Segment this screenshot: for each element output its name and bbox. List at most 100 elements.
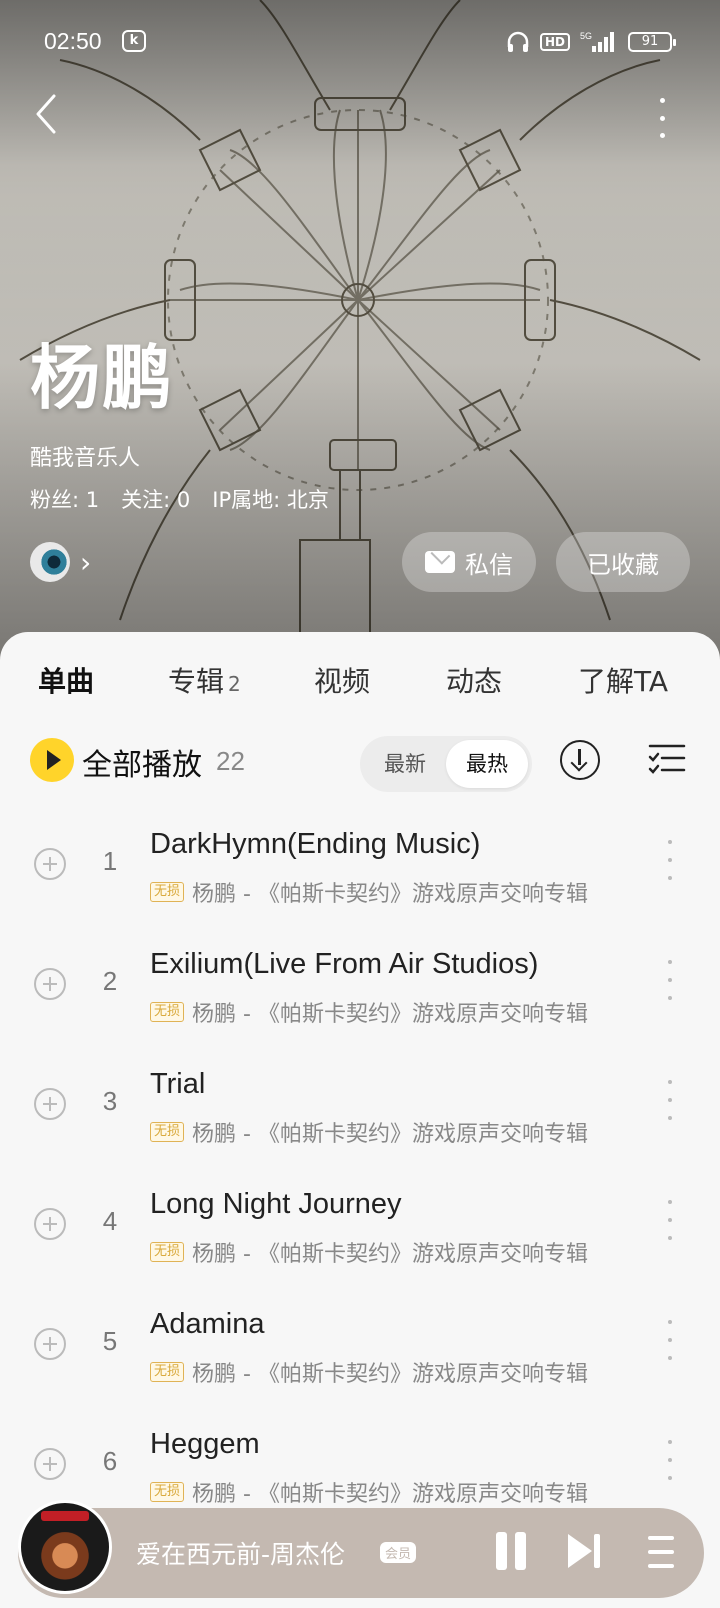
more-vertical-icon[interactable] (664, 1440, 676, 1480)
following-count[interactable]: 关注: 0 (121, 484, 190, 514)
artist-name: 杨鹏 (30, 337, 174, 419)
more-dot (659, 115, 665, 121)
chevron-right-icon: › (80, 545, 92, 579)
tab-albums-label: 专辑 (168, 665, 225, 698)
more-vertical-icon[interactable] (664, 1200, 676, 1240)
more-vertical-icon[interactable] (664, 960, 676, 1000)
back-button[interactable] (28, 92, 68, 136)
lossless-badge: 无损 (150, 882, 185, 902)
tab-feed[interactable]: 动态 (446, 660, 502, 700)
song-artist-album: 杨鹏 - 《帕斯卡契约》游戏原声交响专辑 (192, 1242, 588, 1267)
ip-location: IP属地: 北京 (212, 488, 329, 512)
lossless-badge: 无损 (150, 1362, 185, 1382)
svg-text:5G: 5G (580, 31, 592, 41)
lossless-badge: 无损 (150, 1242, 185, 1262)
mail-icon (425, 551, 455, 573)
pause-icon[interactable] (494, 1532, 528, 1572)
more-options-button[interactable] (656, 98, 668, 138)
status-bar: 02:50 k HD 5G 91 (0, 24, 720, 60)
content-sheet: 单曲 专辑 2 视频 动态 了解TA 全部播放 22 最新 最热 1 DarkH… (0, 632, 720, 1608)
avatar (30, 542, 70, 582)
song-meta: 无损 杨鹏 - 《帕斯卡契约》游戏原声交响专辑 (150, 1356, 588, 1388)
playlist-icon[interactable] (642, 1534, 674, 1570)
sort-hottest[interactable]: 最热 (446, 740, 528, 788)
back-arrow-icon (36, 94, 56, 134)
now-playing-cover[interactable] (18, 1500, 112, 1594)
add-circle-icon[interactable] (34, 1328, 66, 1360)
download-icon[interactable] (560, 740, 600, 780)
favorite-label: 已收藏 (587, 550, 659, 579)
checklist-icon[interactable] (648, 740, 686, 780)
song-artist-album: 杨鹏 - 《帕斯卡契约》游戏原声交响专辑 (192, 1482, 588, 1507)
song-artist-album: 杨鹏 - 《帕斯卡契约》游戏原声交响专辑 (192, 1002, 588, 1027)
tab-albums-count: 2 (228, 672, 241, 696)
play-all-button[interactable]: 全部播放 (82, 740, 202, 784)
mini-player[interactable]: 爱在西元前-周杰伦 会员 (18, 1500, 704, 1598)
song-number: 4 (102, 1206, 118, 1236)
tab-videos[interactable]: 视频 (314, 660, 370, 700)
song-meta: 无损 杨鹏 - 《帕斯卡契约》游戏原声交响专辑 (150, 1116, 588, 1148)
tab-singles[interactable]: 单曲 (38, 660, 95, 704)
song-row[interactable]: 5 Adamina 无损 杨鹏 - 《帕斯卡契约》游戏原声交响专辑 (0, 1294, 720, 1414)
song-meta: 无损 杨鹏 - 《帕斯卡契约》游戏原声交响专辑 (150, 1476, 588, 1508)
tab-videos-label: 视频 (314, 665, 371, 698)
tab-singles-label: 单曲 (38, 665, 95, 698)
artist-stats: 粉丝: 1 关注: 0 IP属地: 北京 (30, 484, 329, 514)
lossless-badge: 无损 (150, 1482, 185, 1502)
play-icon[interactable] (30, 738, 74, 782)
status-time: 02:50 (44, 28, 102, 54)
skip-next-icon[interactable] (568, 1532, 604, 1572)
more-dot (659, 133, 665, 138)
song-title: Adamina (150, 1308, 265, 1340)
song-row[interactable]: 2 Exilium(Live From Air Studios) 无损 杨鹏 -… (0, 934, 720, 1054)
song-title: DarkHymn(Ending Music) (150, 828, 481, 860)
now-playing-title[interactable]: 爱在西元前-周杰伦 (136, 1535, 345, 1571)
add-circle-icon[interactable] (34, 1448, 66, 1480)
song-artist-album: 杨鹏 - 《帕斯卡契约》游戏原声交响专辑 (192, 1122, 588, 1147)
more-vertical-icon (659, 98, 665, 103)
song-number: 6 (102, 1446, 118, 1476)
song-meta: 无损 杨鹏 - 《帕斯卡契约》游戏原声交响专辑 (150, 876, 588, 908)
play-all-row: 全部播放 22 最新 最热 (0, 728, 720, 792)
song-meta: 无损 杨鹏 - 《帕斯卡契约》游戏原声交响专辑 (150, 996, 588, 1028)
song-number: 2 (102, 966, 118, 996)
song-number: 3 (102, 1086, 118, 1116)
song-number: 1 (102, 846, 118, 876)
notification-badge-icon: k (122, 30, 146, 52)
vip-badge: 会员 (380, 1542, 417, 1563)
more-vertical-icon[interactable] (664, 1320, 676, 1360)
lossless-badge: 无损 (150, 1122, 185, 1142)
song-meta: 无损 杨鹏 - 《帕斯卡契约》游戏原声交响专辑 (150, 1236, 588, 1268)
headphones-icon (507, 31, 529, 52)
status-right: HD 5G 91 (506, 30, 676, 54)
add-circle-icon[interactable] (34, 848, 66, 880)
fan-avatars[interactable]: › (30, 542, 91, 582)
song-title: Trial (150, 1068, 206, 1100)
tab-about-label: 了解TA (578, 665, 669, 698)
fans-count[interactable]: 粉丝: 1 (30, 484, 99, 514)
tab-albums[interactable]: 专辑 2 (168, 660, 241, 700)
signal-icon: 5G (580, 31, 614, 52)
tab-feed-label: 动态 (446, 665, 503, 698)
add-circle-icon[interactable] (34, 1208, 66, 1240)
tab-bar: 单曲 专辑 2 视频 动态 了解TA (0, 660, 720, 720)
sort-toggle: 最新 最热 (360, 736, 532, 792)
message-button[interactable]: 私信 (402, 532, 536, 592)
artist-subtitle: 酷我音乐人 (30, 446, 141, 471)
more-vertical-icon[interactable] (664, 1080, 676, 1120)
song-artist-album: 杨鹏 - 《帕斯卡契约》游戏原声交响专辑 (192, 882, 588, 907)
song-title: Exilium(Live From Air Studios) (150, 948, 539, 980)
song-artist-album: 杨鹏 - 《帕斯卡契约》游戏原声交响专辑 (192, 1362, 588, 1387)
song-title: Heggem (150, 1428, 260, 1460)
add-circle-icon[interactable] (34, 968, 66, 1000)
song-row[interactable]: 3 Trial 无损 杨鹏 - 《帕斯卡契约》游戏原声交响专辑 (0, 1054, 720, 1174)
sort-newest[interactable]: 最新 (364, 740, 446, 788)
play-all-count: 22 (216, 746, 245, 776)
tab-about[interactable]: 了解TA (578, 660, 668, 700)
song-row[interactable]: 1 DarkHymn(Ending Music) 无损 杨鹏 - 《帕斯卡契约》… (0, 814, 720, 934)
more-vertical-icon[interactable] (664, 840, 676, 880)
song-row[interactable]: 4 Long Night Journey 无损 杨鹏 - 《帕斯卡契约》游戏原声… (0, 1174, 720, 1294)
song-title: Long Night Journey (150, 1188, 402, 1220)
favorite-button[interactable]: 已收藏 (556, 532, 690, 592)
add-circle-icon[interactable] (34, 1088, 66, 1120)
